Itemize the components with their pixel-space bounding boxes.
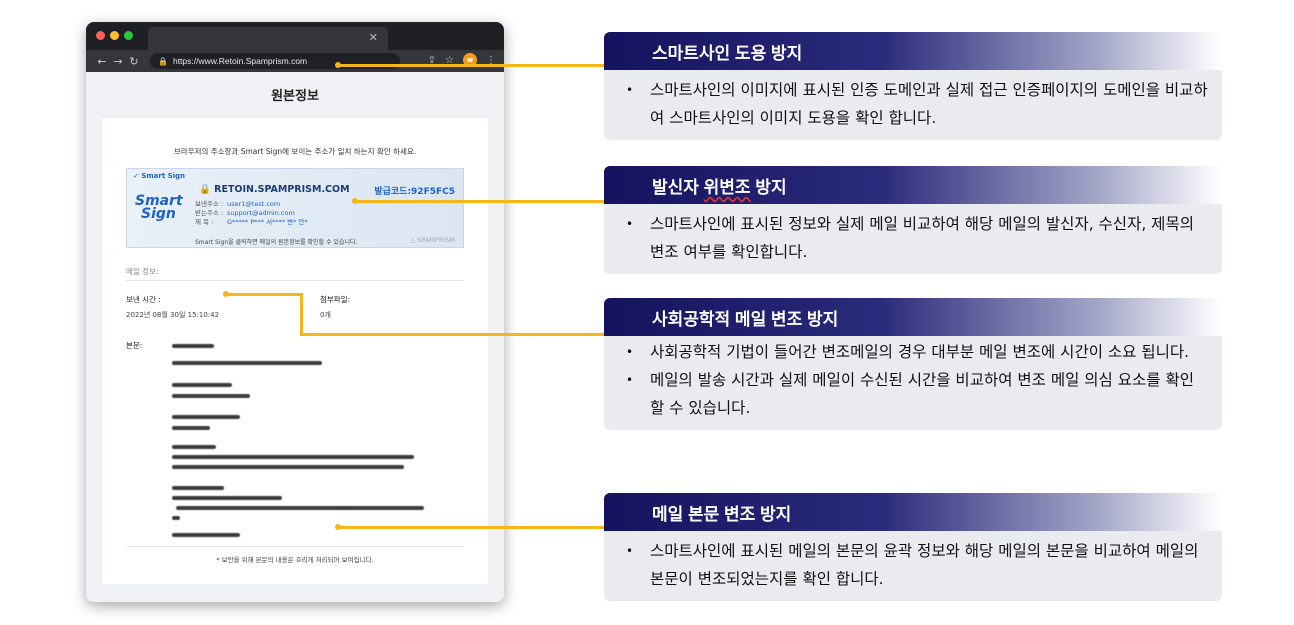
divider (126, 280, 464, 281)
body-label: 본문: (126, 341, 143, 350)
smart-sign-banner[interactable]: ✓ Smart Sign Smart Sign 🔒 RETOIN.SPAMPRI… (126, 168, 464, 248)
feature-smart-sign-theft: 스마트사인 도용 방지 • 스마트사인의 이미지에 표시된 인증 도메인과 실제… (604, 32, 1222, 140)
feature-title: 발신자 위변조 방지 (652, 177, 787, 197)
window-controls (96, 31, 133, 40)
browser-toolbar: ← → ↻ 🔒 https://www.Retoin.Spamprism.com… (86, 50, 504, 72)
bullet: • (626, 544, 634, 558)
feature-header: 스마트사인 도용 방지 (604, 32, 1222, 70)
bullet: • (626, 83, 634, 97)
page-title: 원본정보 (271, 89, 319, 104)
lock-icon: 🔒 (158, 56, 168, 66)
feature-item: • 스마트사인에 표시된 정보와 실제 메일 비교하여 해당 메일의 발신자, … (622, 210, 1210, 266)
feature-header: 사회공학적 메일 변조 방지 (604, 298, 1222, 336)
sent-time-label: 보낸 시간 : (126, 295, 161, 304)
browser-window: ✕ ← → ↻ 🔒 https://www.Retoin.Spamprism.c… (86, 22, 504, 602)
bullet: • (626, 345, 634, 359)
feature-item: • 메일의 발송 시간과 실제 메일이 수신된 시간을 비교하여 변조 메일 의… (622, 366, 1210, 422)
footer-divider (126, 546, 464, 547)
feature-body-tampering: 메일 본문 변조 방지 • 스마트사인에 표시된 메일의 본문의 윤곽 정보와 … (604, 493, 1222, 601)
page-content: 원본정보 브라우저의 주소창과 Smart Sign에 보이는 주소가 일치 하… (86, 72, 504, 602)
feature-item: • 스마트사인에 표시된 메일의 본문의 윤곽 정보와 해당 메일의 본문을 비… (622, 537, 1210, 593)
smart-sign-domain: 🔒 RETOIN.SPAMPRISM.COM (199, 184, 350, 195)
minimize-window-button[interactable] (110, 31, 119, 40)
bullet: • (626, 217, 634, 231)
feature-title: 스마트사인 도용 방지 (652, 43, 803, 63)
feature-header: 발신자 위변조 방지 (604, 166, 1222, 204)
browser-tabbar: ✕ (86, 22, 504, 50)
feature-title: 사회공학적 메일 변조 방지 (652, 309, 839, 329)
feature-title: 메일 본문 변조 방지 (652, 504, 792, 524)
close-tab-icon[interactable]: ✕ (369, 31, 378, 44)
feature-sender-forgery: 발신자 위변조 방지 • 스마트사인에 표시된 정보와 실제 메일 비교하여 해… (604, 166, 1222, 274)
browser-tab[interactable]: ✕ (148, 27, 388, 50)
reload-icon[interactable]: ↻ (126, 55, 142, 68)
attachment-label: 첨부파일: (320, 295, 351, 304)
maximize-window-button[interactable] (124, 31, 133, 40)
feature-body: • 사회공학적 기법이 들어간 변조메일의 경우 대부분 메일 변조에 시간이 … (604, 336, 1222, 430)
bullet: • (626, 373, 634, 387)
url-text: https://www.Retoin.Spamprism.com (172, 56, 308, 66)
feature-social-engineering: 사회공학적 메일 변조 방지 • 사회공학적 기법이 들어간 변조메일의 경우 … (604, 298, 1222, 430)
smart-sign-footer: Smart Sign을 클릭하면 메일의 원본정보를 확인할 수 있습니다. (195, 239, 358, 246)
feature-item: • 스마트사인의 이미지에 표시된 인증 도메인과 실제 접근 인증페이지의 도… (622, 76, 1210, 132)
blur-footnote: * 보안을 위해 본문의 내용은 흐리게 처리되어 보여집니다. (216, 556, 374, 564)
feature-body: • 스마트사인의 이미지에 표시된 인증 도메인과 실제 접근 인증페이지의 도… (604, 70, 1222, 140)
original-info-card: 브라우저의 주소창과 Smart Sign에 보이는 주소가 일치 하는지 확인… (102, 118, 488, 584)
feature-item: • 사회공학적 기법이 들어간 변조메일의 경우 대부분 메일 변조에 시간이 … (622, 338, 1210, 366)
feature-body: • 스마트사인에 표시된 정보와 실제 메일 비교하여 해당 메일의 발신자, … (604, 204, 1222, 274)
sent-time-value: 2022년 08월 30일 15:10:42 (126, 311, 220, 319)
smart-sign-logo: Smart Sign (135, 193, 183, 222)
feature-header: 메일 본문 변조 방지 (604, 493, 1222, 531)
back-arrow-icon[interactable]: ← (94, 55, 110, 68)
feature-body: • 스마트사인에 표시된 메일의 본문의 윤곽 정보와 해당 메일의 본문을 비… (604, 531, 1222, 601)
forward-arrow-icon[interactable]: → (110, 55, 126, 68)
address-match-notice: 브라우저의 주소창과 Smart Sign에 보이는 주소가 일치 하는지 확인… (173, 147, 417, 156)
mail-info-label: 메일 정보: (126, 267, 159, 276)
attachment-value: 0개 (320, 311, 331, 319)
smart-sign-code: 발급코드:92F5FC5 (374, 187, 455, 197)
spamprism-brand: △ SPAMPRISM (410, 236, 455, 244)
close-window-button[interactable] (96, 31, 105, 40)
smart-sign-badge: ✓ Smart Sign (133, 172, 186, 180)
smart-sign-details: 보낸주소 : user1@test.com 받는주소 : support@admin… (195, 200, 308, 226)
